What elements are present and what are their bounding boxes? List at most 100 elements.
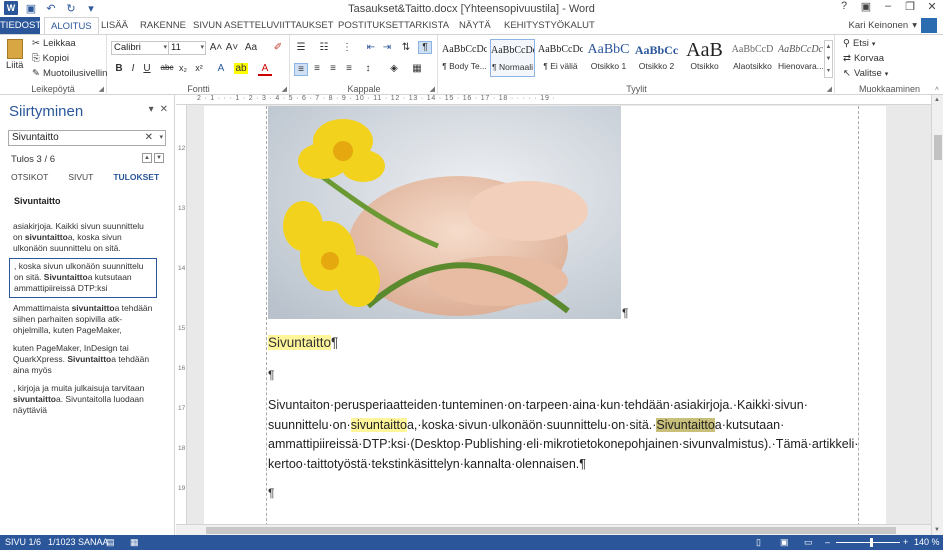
list-item[interactable]: , kirjoja ja muita julkaisuja tarvitaan … — [9, 381, 157, 418]
proofing-icon[interactable]: ▤ — [106, 537, 115, 548]
paste-button[interactable]: Liitä — [6, 39, 23, 71]
tab-developer[interactable]: KEHITYSTYÖKALUT — [498, 17, 601, 34]
zoom-out-icon[interactable]: – — [825, 537, 830, 547]
list-item[interactable]: Ammattimaista sivuntaittoa tehdään siihe… — [9, 301, 157, 338]
user-account[interactable]: Kari Keinonen ▾ — [849, 18, 937, 33]
page-counter[interactable]: SIVU 1/6 — [5, 537, 41, 547]
zoom-level[interactable]: 140 % — [914, 537, 940, 547]
numbering-icon[interactable]: ☷ — [317, 42, 331, 53]
tab-headings[interactable]: OTSIKOT — [11, 172, 48, 182]
document-page[interactable]: ¶ Sivuntaitto¶ ¶ Sivuntaiton·perusperiaa… — [204, 106, 886, 535]
restore-button[interactable]: ❐ — [903, 0, 917, 13]
sort-icon[interactable]: ⇅ — [399, 42, 413, 53]
dialog-launcher-icon[interactable]: ◢ — [827, 85, 832, 93]
bullets-icon[interactable]: ☰ — [294, 42, 308, 53]
font-color-icon[interactable]: A — [258, 63, 272, 76]
scrollbar-thumb[interactable] — [206, 527, 896, 534]
styles-scroll[interactable]: ▲ ▼ ▾ — [824, 40, 833, 78]
show-formatting-icon[interactable]: ¶ — [418, 41, 432, 54]
pane-options-icon[interactable]: ▾ — [149, 104, 154, 115]
list-item-selected[interactable]: , koska sivun ulkonäön suunnittelu on si… — [9, 258, 157, 298]
bold-icon[interactable]: B — [112, 63, 126, 74]
underline-icon[interactable]: U — [140, 63, 154, 74]
find-button[interactable]: ⚲ Etsi ▾ — [843, 38, 875, 49]
tab-references[interactable]: VIITTAUKSET — [267, 17, 340, 34]
daffodil-photo[interactable] — [268, 106, 621, 319]
multilevel-list-icon[interactable]: ⋮ — [340, 42, 354, 53]
web-layout-icon[interactable]: ▭ — [804, 537, 813, 548]
ribbon-display-button[interactable]: ▣ — [859, 0, 873, 13]
list-item[interactable]: kuten PageMaker, InDesign tai QuarkXpres… — [9, 341, 157, 378]
zoom-in-icon[interactable]: + — [903, 537, 908, 547]
subscript-icon[interactable]: x₂ — [176, 63, 190, 73]
dialog-launcher-icon[interactable]: ◢ — [282, 85, 287, 93]
italic-icon[interactable]: I — [126, 63, 140, 74]
clear-formatting-icon[interactable]: ✐ — [271, 42, 285, 53]
shrink-font-icon[interactable]: A˅ — [225, 42, 239, 53]
justify-icon[interactable]: ≡ — [342, 63, 356, 74]
select-button[interactable]: ↖ Valitse ▾ — [843, 68, 888, 79]
format-painter-button[interactable]: ✎ Muotoilusivellin — [32, 68, 107, 79]
dialog-launcher-icon[interactable]: ◢ — [430, 85, 435, 93]
zoom-slider-knob[interactable] — [870, 538, 873, 547]
results-heading[interactable]: Sivuntaitto — [14, 196, 61, 206]
search-input[interactable]: Sivuntaitto ✕ ▾ — [8, 130, 166, 146]
tab-file[interactable]: TIEDOSTO — [0, 17, 48, 34]
superscript-icon[interactable]: x² — [192, 63, 206, 73]
borders-icon[interactable]: ▦ — [410, 63, 424, 74]
scrollbar-thumb[interactable] — [934, 135, 942, 160]
collapse-ribbon-icon[interactable]: ˄ — [935, 86, 939, 93]
increase-indent-icon[interactable]: ⇥ — [380, 42, 394, 53]
style-title[interactable]: AaB Otsikko — [682, 39, 727, 77]
vertical-ruler[interactable]: 12 13 14 15 16 17 18 19 — [176, 105, 187, 535]
grow-font-icon[interactable]: A˄ — [209, 42, 223, 53]
next-result-icon[interactable]: ▼ — [154, 153, 164, 163]
scroll-down-icon[interactable]: ▼ — [934, 527, 940, 533]
tab-design[interactable]: RAKENNE — [134, 17, 192, 34]
decrease-indent-icon[interactable]: ⇤ — [364, 42, 378, 53]
tab-results[interactable]: TULOKSET — [113, 172, 159, 182]
read-mode-icon[interactable]: ▯ — [756, 537, 761, 548]
print-layout-icon[interactable]: ▣ — [780, 537, 789, 548]
previous-result-icon[interactable]: ▲ — [142, 153, 152, 163]
zoom-slider[interactable] — [836, 538, 900, 547]
tab-page-layout[interactable]: SIVUN ASETTELU — [187, 17, 279, 34]
horizontal-ruler[interactable]: 2 · 1 · · · 1 · 2 · 3 · 4 · 5 · 6 · 7 · … — [176, 95, 931, 105]
style-heading-2[interactable]: AaBbCc Otsikko 2 — [634, 39, 679, 77]
tab-insert[interactable]: LISÄÄ — [95, 17, 134, 34]
minimize-button[interactable]: – — [881, 0, 895, 13]
macro-icon[interactable]: ▦ — [130, 537, 139, 548]
help-button[interactable]: ? — [837, 0, 851, 13]
font-name-select[interactable]: Calibri ▾ — [111, 41, 169, 55]
text-effects-icon[interactable]: A — [214, 63, 228, 74]
body-paragraph[interactable]: Sivuntaiton·perusperiaatteiden·tuntemine… — [268, 396, 858, 474]
highlight-color-icon[interactable]: ab — [234, 63, 248, 74]
style-normal[interactable]: AaBbCcDc ¶ Normaali — [490, 39, 535, 77]
dialog-launcher-icon[interactable]: ◢ — [99, 85, 104, 93]
style-no-spacing[interactable]: AaBbCcDc ¶ Ei väliä — [538, 39, 583, 77]
close-icon[interactable]: ✕ — [160, 104, 168, 115]
align-right-icon[interactable]: ≡ — [326, 63, 340, 74]
word-count[interactable]: 1/1023 SANAA — [48, 537, 109, 547]
tab-review[interactable]: TARKISTA — [398, 17, 455, 34]
font-size-select[interactable]: 11 ▾ — [168, 41, 206, 55]
horizontal-scrollbar[interactable] — [176, 524, 931, 535]
replace-button[interactable]: ⇄ Korvaa — [843, 53, 884, 64]
list-item[interactable]: asiakirjoja. Kaikki sivun suunnittelu on… — [9, 219, 157, 256]
vertical-scrollbar[interactable]: ▲ ▼ — [931, 95, 943, 535]
tab-view[interactable]: NÄYTÄ — [453, 17, 497, 34]
copy-button[interactable]: ⎘ Kopioi — [32, 53, 69, 64]
close-button[interactable]: ✕ — [925, 0, 939, 13]
line-spacing-icon[interactable]: ↕ — [361, 63, 375, 74]
tab-pages[interactable]: SIVUT — [68, 172, 93, 182]
style-body-text[interactable]: AaBbCcDc ¶ Body Te... — [442, 39, 487, 77]
strikethrough-icon[interactable]: abc — [160, 63, 174, 72]
chevron-down-icon[interactable]: ▾ — [159, 131, 163, 145]
align-left-icon[interactable]: ≡ — [294, 63, 308, 76]
scroll-up-icon[interactable]: ▲ — [934, 97, 940, 103]
style-subtitle[interactable]: AaBbCcD Alaotsikko — [730, 39, 775, 77]
style-subtle-emphasis[interactable]: AaBbCcDc Hienovara... — [778, 39, 823, 77]
change-case-icon[interactable]: Aa — [244, 42, 258, 53]
style-heading-1[interactable]: AaBbC Otsikko 1 — [586, 39, 631, 77]
tab-home[interactable]: ALOITUS — [44, 17, 99, 35]
